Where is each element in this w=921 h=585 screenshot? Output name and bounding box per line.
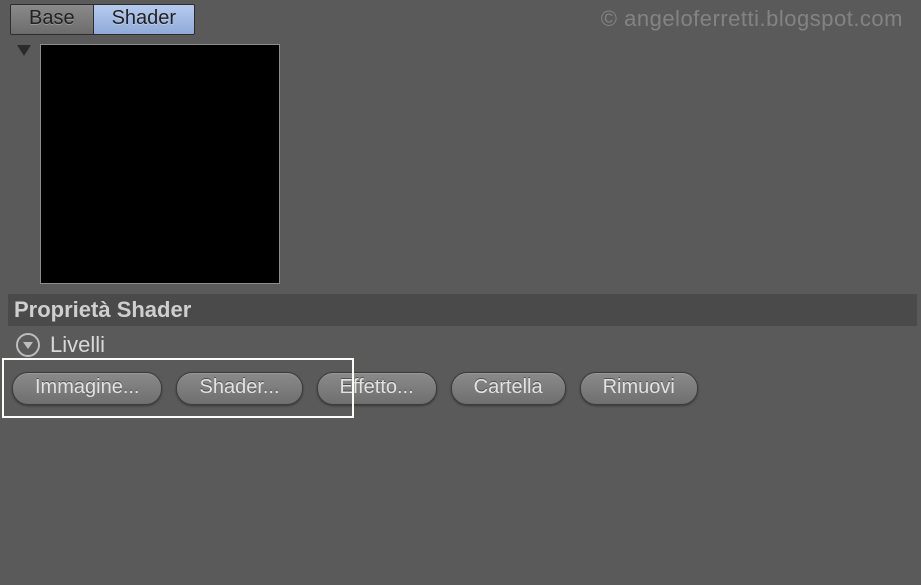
levels-label: Livelli <box>50 332 105 358</box>
shader-button[interactable]: Shader... <box>176 372 302 405</box>
mode-tab-bar: Base Shader <box>10 4 195 35</box>
effect-button[interactable]: Effetto... <box>317 372 437 405</box>
layer-action-buttons: Immagine... Shader... Effetto... Cartell… <box>12 372 698 405</box>
shader-preview-swatch[interactable] <box>40 44 280 284</box>
folder-button[interactable]: Cartella <box>451 372 566 405</box>
remove-button[interactable]: Rimuovi <box>580 372 698 405</box>
levels-row: Livelli <box>16 332 105 358</box>
section-title: Proprietà Shader <box>14 297 191 323</box>
section-header: Proprietà Shader <box>8 294 917 326</box>
tab-base[interactable]: Base <box>11 5 94 34</box>
watermark-text: © angeloferretti.blogspot.com <box>601 6 903 32</box>
expand-circle-icon[interactable] <box>16 333 40 357</box>
disclosure-triangle-icon[interactable] <box>16 44 32 58</box>
image-button[interactable]: Immagine... <box>12 372 162 405</box>
tab-shader[interactable]: Shader <box>94 5 195 34</box>
